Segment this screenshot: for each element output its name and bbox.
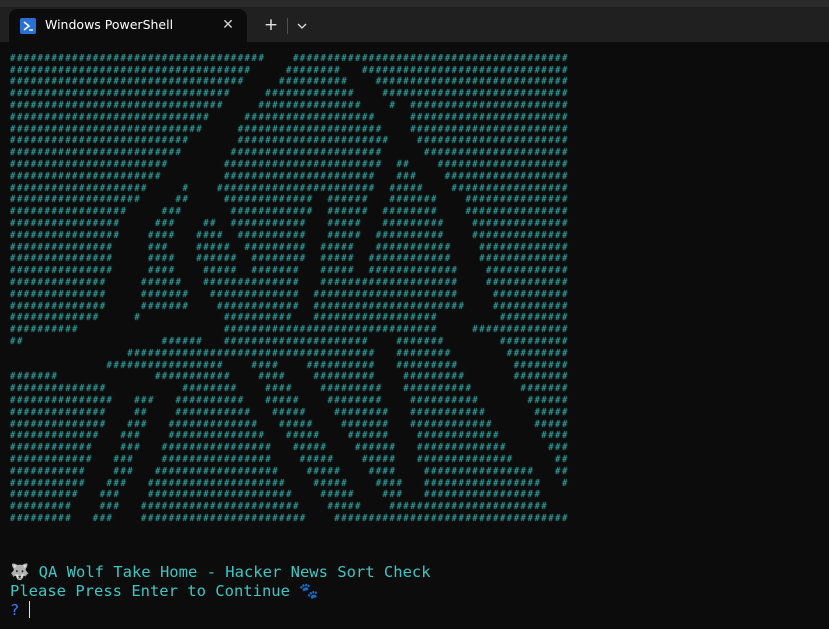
terminal-window: Windows PowerShell ✕ + 🐺 QA Wolf Take Ho… xyxy=(0,0,829,629)
prompt-line: Please Press Enter to Continue 🐾 xyxy=(10,582,319,601)
wolf-ascii-art xyxy=(10,54,570,526)
title-text: QA Wolf Take Home - Hacker News Sort Che… xyxy=(38,563,431,581)
terminal-output[interactable]: 🐺 QA Wolf Take Home - Hacker News Sort C… xyxy=(0,42,829,629)
input-line[interactable]: ? xyxy=(10,601,31,620)
chevron-down-icon[interactable] xyxy=(292,15,312,37)
text-cursor xyxy=(29,601,31,618)
tab-windows-powershell[interactable]: Windows PowerShell ✕ xyxy=(9,9,247,42)
title-strip xyxy=(0,0,829,7)
paw-emoji-icon: 🐾 xyxy=(299,582,319,600)
tab-separator xyxy=(287,18,288,34)
close-icon[interactable]: ✕ xyxy=(219,16,237,34)
title-line: 🐺 QA Wolf Take Home - Hacker News Sort C… xyxy=(10,563,431,582)
powershell-icon xyxy=(20,18,36,34)
wolf-emoji-icon: 🐺 xyxy=(10,563,30,581)
prompt-text: Please Press Enter to Continue xyxy=(10,582,290,600)
new-tab-button[interactable]: + xyxy=(260,15,282,37)
question-mark: ? xyxy=(10,601,20,619)
tab-bar: Windows PowerShell ✕ + xyxy=(0,0,829,42)
tab-title: Windows PowerShell xyxy=(45,17,174,32)
